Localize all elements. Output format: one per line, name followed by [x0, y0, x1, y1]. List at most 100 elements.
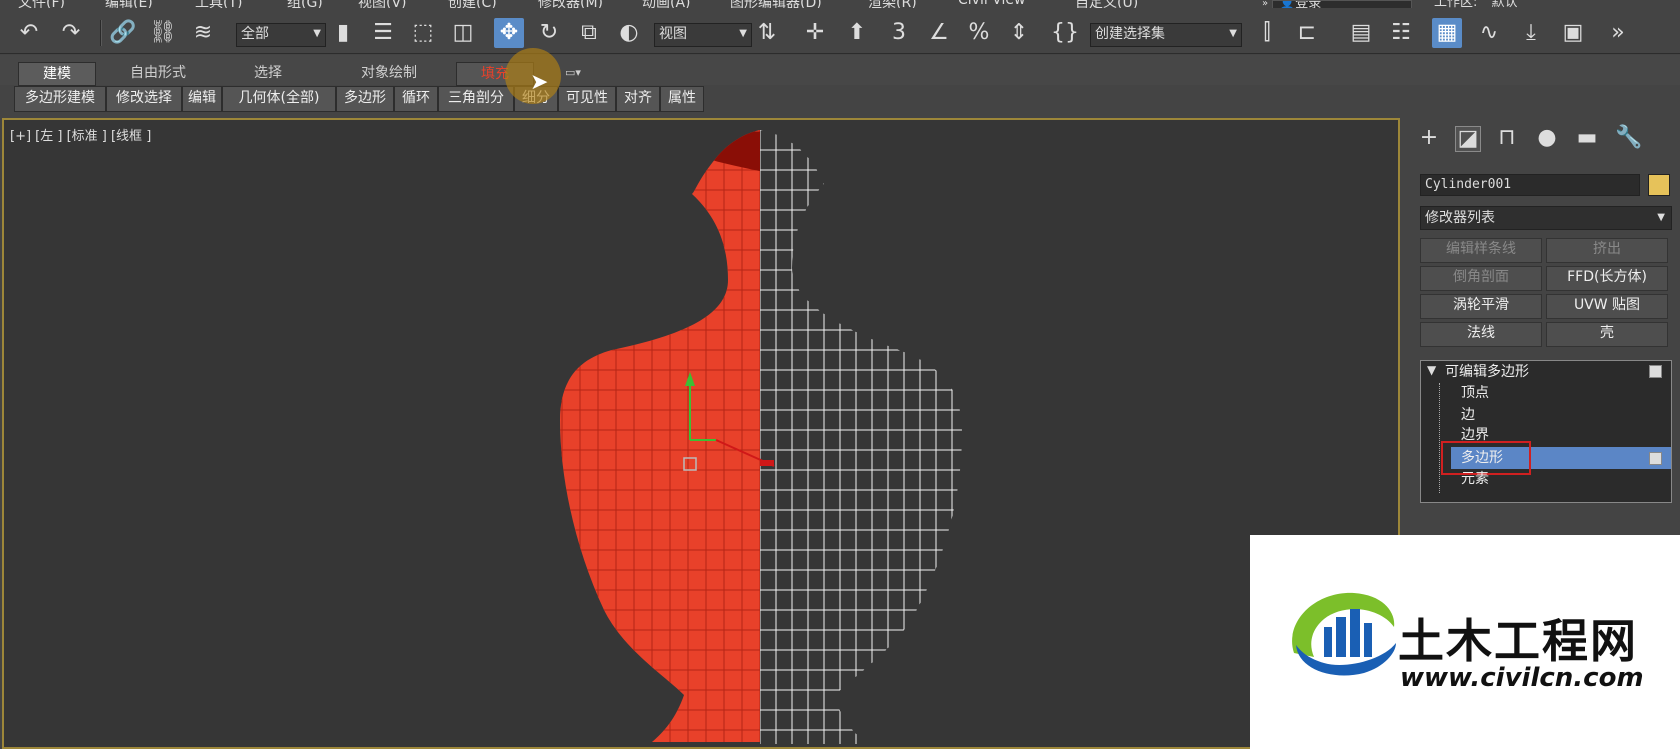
window-crossing-icon[interactable]: ◫: [448, 18, 478, 48]
modifier-normal-button[interactable]: 法线: [1420, 322, 1542, 347]
modifier-bevel-profile-button[interactable]: 倒角剖面: [1420, 266, 1542, 291]
chevron-down-icon: ▼: [313, 28, 321, 39]
keyboard-shortcut-icon[interactable]: ⬆: [842, 18, 872, 48]
modifier-ffd-box-button[interactable]: FFD(长方体): [1546, 266, 1668, 291]
layer-explorer-icon[interactable]: ▤: [1346, 18, 1376, 48]
pivot-center-icon[interactable]: ⇅: [752, 18, 782, 48]
snaps-toggle-icon[interactable]: 3: [884, 18, 914, 48]
select-by-name-icon[interactable]: ☰: [368, 18, 398, 48]
subtab-visibility[interactable]: 可见性: [558, 86, 616, 112]
menu-rendering[interactable]: 渲染(R): [868, 0, 917, 8]
tab-object-paint[interactable]: 对象绘制: [338, 62, 440, 84]
redo-icon[interactable]: ↷: [56, 18, 86, 48]
spinner-snap-icon[interactable]: ⇕: [1004, 18, 1034, 48]
hierarchy-tab-icon[interactable]: ⊓: [1495, 126, 1519, 150]
motion-tab-icon[interactable]: ●: [1535, 126, 1559, 150]
menu-modifiers[interactable]: 修改器(M): [538, 0, 603, 8]
scale-icon[interactable]: ⧉: [574, 18, 604, 48]
mouse-cursor-icon: ➤: [530, 70, 549, 95]
tab-freeform[interactable]: 自由形式: [112, 62, 204, 84]
modify-tab-icon[interactable]: ◪: [1455, 126, 1481, 152]
tab-modeling[interactable]: 建模: [18, 62, 96, 86]
menu-graph-editors[interactable]: 图形编辑器(D): [730, 0, 822, 8]
main-toolbar: ↶ ↷ 🔗 ⛓ ≋ 全部 ▼ ▮ ☰ ⬚ ◫ ✥ ↻ ⧉ ◐ 视图 ▼ ⇅ ✛ ⬆ …: [0, 8, 1680, 54]
modifier-shell-button[interactable]: 壳: [1546, 322, 1668, 347]
menu-view[interactable]: 视图(V): [358, 0, 407, 8]
scene-explorer-icon[interactable]: ▦: [1432, 18, 1462, 48]
subtab-geometry-all[interactable]: 几何体(全部): [222, 86, 336, 112]
menu-edit[interactable]: 编辑(E): [105, 0, 153, 8]
rotate-icon[interactable]: ↻: [534, 18, 564, 48]
object-name-field[interactable]: Cylinder001: [1420, 174, 1640, 196]
render-setup-icon[interactable]: ⤓: [1516, 18, 1546, 48]
named-selection-set-dropdown[interactable]: 创建选择集 ▼: [1090, 23, 1242, 47]
edit-named-sets-icon[interactable]: {}: [1050, 18, 1080, 48]
expand-arrow-icon[interactable]: ▼: [1427, 363, 1436, 377]
wireframe-polygons: [760, 130, 962, 744]
subtab-tris[interactable]: 三角剖分: [438, 86, 514, 112]
subtab-align[interactable]: 对齐: [616, 86, 660, 112]
named-selection-set-value: 创建选择集: [1095, 26, 1165, 42]
move-icon[interactable]: ✥: [494, 18, 524, 48]
tab-selection[interactable]: 选择: [232, 62, 304, 84]
menu-create[interactable]: 创建(C): [448, 0, 497, 8]
bind-spacewarp-icon[interactable]: ≋: [188, 18, 218, 48]
viewport-left[interactable]: [+] [左 ] [标准 ] [线框 ]: [2, 118, 1400, 749]
more-tools-icon[interactable]: »: [1608, 18, 1628, 48]
reference-coord-value: 视图: [659, 26, 687, 42]
toggle-ribbon-icon[interactable]: ☷: [1386, 18, 1416, 48]
display-tab-icon[interactable]: ▬: [1575, 126, 1599, 150]
subtab-loops[interactable]: 循环: [394, 86, 438, 112]
menu-customize[interactable]: 自定义(U): [1075, 0, 1138, 8]
menu-overflow-icon[interactable]: »: [1262, 0, 1272, 9]
modifier-list-dropdown[interactable]: 修改器列表 ▼: [1420, 206, 1672, 230]
object-color-swatch[interactable]: [1648, 174, 1670, 196]
subtab-polygons[interactable]: 多边形: [336, 86, 394, 112]
menu-file[interactable]: 文件(F): [18, 0, 65, 8]
ribbon-subtabs: 多边形建模 修改选择 编辑 几何体(全部) 多边形 循环 三角剖分 细分 可见性…: [14, 86, 714, 112]
subtab-edit[interactable]: 编辑: [182, 86, 222, 112]
menu-group[interactable]: 组(G): [287, 0, 323, 8]
selected-polygons: [560, 130, 760, 742]
place-icon[interactable]: ◐: [614, 18, 644, 48]
watermark-url: www.civilcn.com: [1400, 663, 1644, 693]
utilities-tab-icon[interactable]: 🔧: [1615, 126, 1642, 150]
undo-icon[interactable]: ↶: [14, 18, 44, 48]
modifier-stack: ▼ 可编辑多边形 顶点 边 边界 多边形 元素: [1420, 360, 1672, 503]
percent-snap-icon[interactable]: %: [964, 18, 994, 48]
create-tab-icon[interactable]: +: [1417, 126, 1441, 150]
selection-filter-value: 全部: [241, 26, 269, 42]
reference-coord-dropdown[interactable]: 视图 ▼: [654, 23, 752, 47]
rendered-frame-icon[interactable]: ▣: [1558, 18, 1588, 48]
subtab-properties[interactable]: 属性: [660, 86, 704, 112]
select-object-icon[interactable]: ▮: [328, 18, 358, 48]
subtab-modify-selection[interactable]: 修改选择: [106, 86, 182, 112]
modifier-extrude-button[interactable]: 挤出: [1546, 238, 1668, 263]
rect-selection-icon[interactable]: ⬚: [408, 18, 438, 48]
stack-toggle-icon[interactable]: [1649, 365, 1662, 378]
mirror-icon[interactable]: ⫿: [1252, 18, 1282, 48]
modifier-uvw-map-button[interactable]: UVW 贴图: [1546, 294, 1668, 319]
stack-editable-poly[interactable]: 可编辑多边形: [1445, 361, 1529, 383]
stack-item-vertex[interactable]: 顶点: [1461, 383, 1489, 403]
stack-polygon-toggle-icon[interactable]: [1649, 452, 1662, 465]
angle-snap-icon[interactable]: ∠: [924, 18, 954, 48]
stack-item-element[interactable]: 元素: [1461, 469, 1489, 489]
unlink-icon[interactable]: ⛓: [148, 18, 178, 48]
stack-item-edge[interactable]: 边: [1461, 405, 1475, 425]
align-icon[interactable]: ⊏: [1292, 18, 1322, 48]
modifier-edit-spline-button[interactable]: 编辑样条线: [1420, 238, 1542, 263]
selection-filter-dropdown[interactable]: 全部 ▼: [236, 23, 326, 47]
menu-tools[interactable]: 工具(T): [195, 0, 242, 8]
link-icon[interactable]: 🔗: [108, 18, 138, 48]
curve-editor-icon[interactable]: ∿: [1474, 18, 1504, 48]
modifier-turbosmooth-button[interactable]: 涡轮平滑: [1420, 294, 1542, 319]
subtab-polygon-modeling[interactable]: 多边形建模: [14, 86, 106, 112]
menu-civil-view[interactable]: Civil View: [958, 0, 1025, 8]
watermark-panel: 土木工程网 www.civilcn.com: [1250, 535, 1680, 749]
vase-mesh[interactable]: [4, 120, 1398, 747]
ribbon-options-icon[interactable]: ▭▾: [558, 62, 588, 84]
menu-animation[interactable]: 动画(A): [642, 0, 691, 8]
toolbar-separator: [100, 20, 102, 46]
select-manipulate-icon[interactable]: ✛: [800, 18, 830, 48]
